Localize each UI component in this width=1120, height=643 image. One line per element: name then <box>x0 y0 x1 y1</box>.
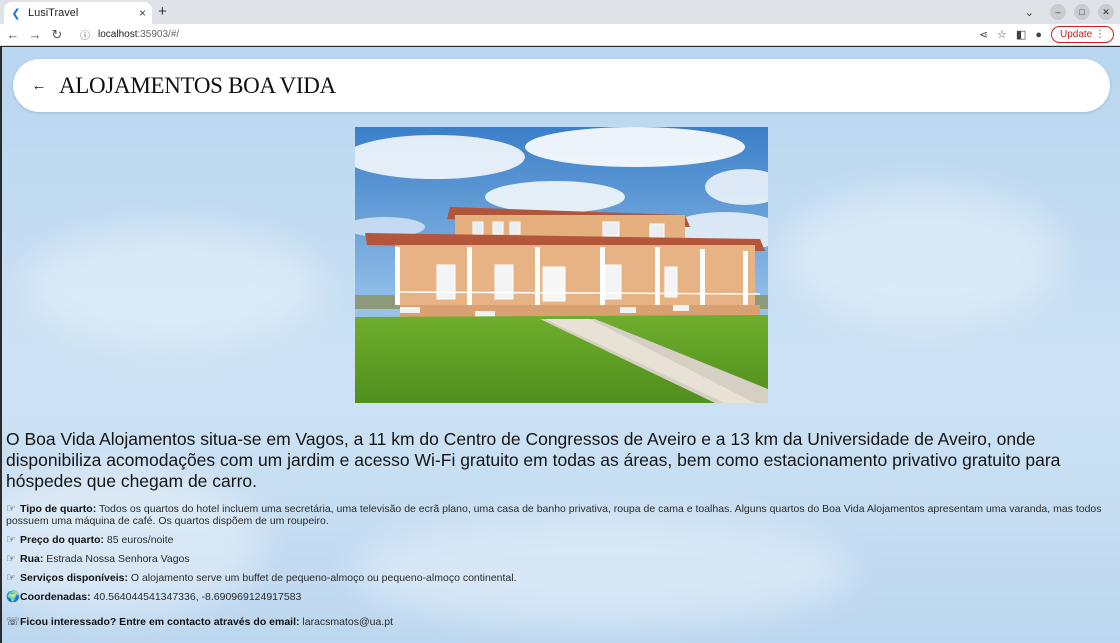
phone-icon: ☏ <box>6 616 20 628</box>
price-value: 85 euros/noite <box>104 534 174 546</box>
services-line: ☞ Serviços disponíveis: O alojamento serv… <box>6 572 1116 584</box>
update-label: Update <box>1059 29 1093 40</box>
accommodation-photo <box>355 127 768 403</box>
pointing-hand-icon: ☞ <box>6 553 16 565</box>
page-title: ALOJAMENTOS BOA VIDA <box>59 72 336 98</box>
contact-label: Ficou interessado? Entre em contacto atr… <box>20 616 300 628</box>
new-tab-button[interactable]: + <box>158 3 167 20</box>
contact-email: laracsmatos@ua.pt <box>299 616 394 628</box>
back-arrow-icon[interactable]: ← <box>31 77 47 94</box>
update-button[interactable]: Update ⋮ <box>1050 26 1114 43</box>
room-type-value: Todos os quartos do hotel incluem uma se… <box>6 503 1102 527</box>
site-info-icon[interactable]: ⓘ <box>80 27 90 42</box>
url-host: localhost <box>98 29 138 40</box>
url-path: :35903/#/ <box>137 29 180 40</box>
share-icon[interactable]: ⋖ <box>979 28 988 41</box>
price-line: ☞ Preço do quarto: 85 euros/noite <box>6 534 1116 546</box>
browser-tab[interactable]: ❮ LusiTravel × <box>4 2 152 24</box>
address-bar: ← → ↻ ⓘ localhost :35903/#/ ⋖ ☆ ◧ ● Upda… <box>0 24 1120 46</box>
intro-paragraph: O Boa Vida Alojamentos situa-se em Vagos… <box>6 429 1061 491</box>
back-nav-icon[interactable]: ← <box>4 27 22 42</box>
tab-search-icon[interactable]: ⌄ <box>1025 6 1034 19</box>
street-line: ☞ Rua: Estrada Nossa Senhora Vagos <box>6 553 1116 565</box>
close-tab-icon[interactable]: × <box>139 6 146 20</box>
pointing-hand-icon: ☞ <box>6 534 16 546</box>
contact-line: ☏Ficou interessado? Entre em contacto at… <box>6 616 1116 628</box>
url-field[interactable]: ⓘ localhost :35903/#/ <box>80 27 179 42</box>
close-window-icon[interactable]: ✕ <box>1098 4 1114 20</box>
services-value: O alojamento serve um buffet de pequeno-… <box>127 572 517 584</box>
pointing-hand-icon: ☞ <box>6 503 16 515</box>
globe-icon: 🌍 <box>6 591 20 603</box>
room-type-label: Tipo de quarto: <box>20 503 97 515</box>
coordinates-label: Coordenadas: <box>20 591 91 603</box>
page-content: ← ALOJAMENTOS BOA VIDA O Boa Vida Alojam… <box>2 47 1120 643</box>
minimize-icon[interactable]: – <box>1050 4 1066 20</box>
room-type-line: ☞ Tipo de quarto: Todos os quartos do hot… <box>6 503 1116 527</box>
profile-icon[interactable]: ● <box>1035 29 1042 41</box>
street-value: Estrada Nossa Senhora Vagos <box>43 553 190 565</box>
reload-icon[interactable]: ↻ <box>48 27 66 43</box>
bookmark-star-icon[interactable]: ☆ <box>997 28 1007 41</box>
forward-nav-icon[interactable]: → <box>26 27 44 42</box>
tab-title: LusiTravel <box>28 7 79 19</box>
side-panel-icon[interactable]: ◧ <box>1016 28 1026 41</box>
services-label: Serviços disponíveis: <box>20 572 128 584</box>
app-header: ← ALOJAMENTOS BOA VIDA <box>13 59 1110 112</box>
browser-tab-bar: ❮ LusiTravel × + ⌄ – □ ✕ <box>0 0 1120 24</box>
pointing-hand-icon: ☞ <box>6 572 16 584</box>
maximize-icon[interactable]: □ <box>1074 4 1090 20</box>
flutter-icon: ❮ <box>11 7 21 20</box>
street-label: Rua: <box>20 553 44 565</box>
window-controls: ⌄ – □ ✕ <box>1025 4 1114 20</box>
coordinates-line: 🌍Coordenadas: 40.564044541347336, -8.690… <box>6 591 1116 603</box>
coordinates-value: 40.564044541347336, -8.690969124917583 <box>90 591 302 603</box>
price-label: Preço do quarto: <box>20 534 105 546</box>
